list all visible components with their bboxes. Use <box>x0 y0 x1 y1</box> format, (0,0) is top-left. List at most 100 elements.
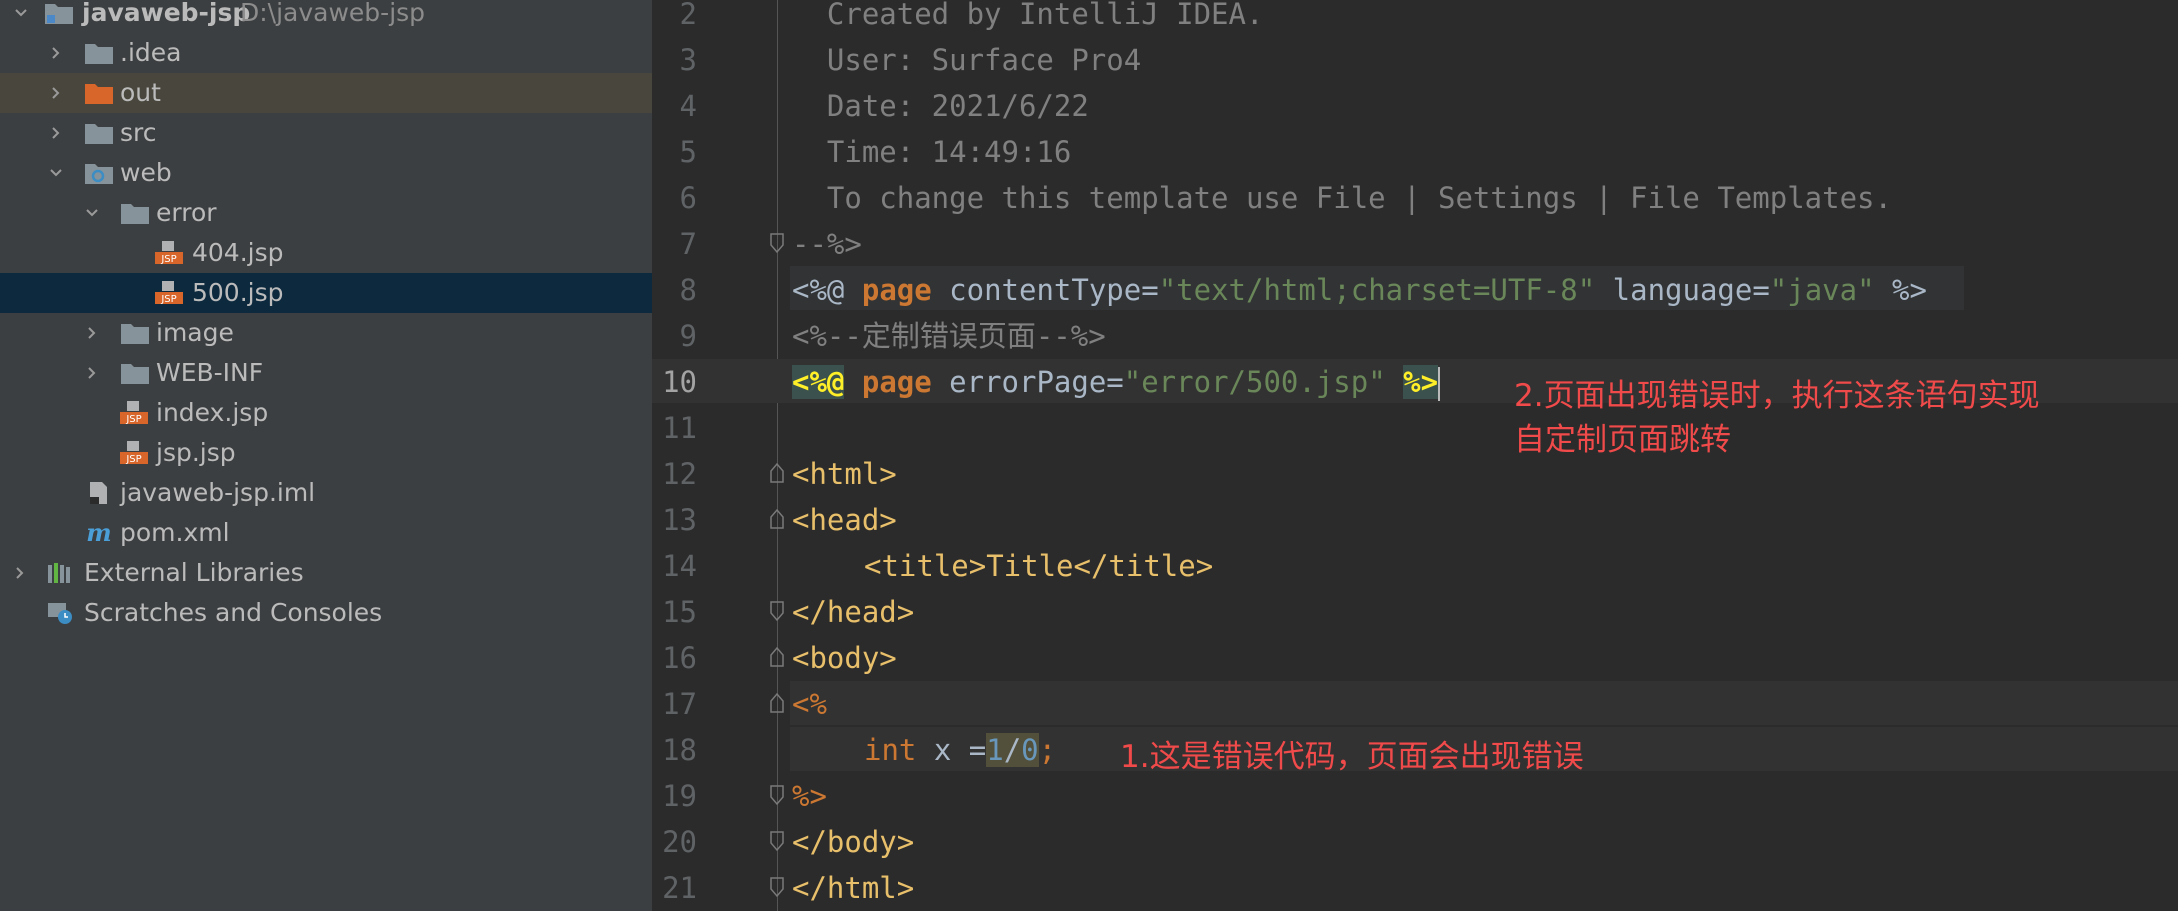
line-number: 15 <box>662 595 697 629</box>
project-tree-panel: javaweb-jsp D:\javaweb-jsp .idea out src… <box>0 0 652 911</box>
string-value: "java" <box>1769 273 1875 307</box>
chevron-down-icon[interactable] <box>13 5 29 21</box>
number-literal: 1 <box>986 733 1004 767</box>
text-caret <box>1438 367 1441 401</box>
module-folder-icon <box>45 4 73 24</box>
code-line-10: <%@ page errorPage="error/500.jsp" %> <box>792 359 1441 405</box>
chevron-right-icon[interactable] <box>84 365 100 381</box>
fold-end-icon[interactable] <box>767 830 787 852</box>
tree-item-web-inf[interactable]: WEB-INF <box>0 353 652 393</box>
keyword: page <box>861 273 932 307</box>
directive-open: <%@ <box>792 273 845 307</box>
attribute: contentType= <box>931 273 1159 307</box>
tree-item-image[interactable]: image <box>0 313 652 353</box>
line-number: 2 <box>679 0 697 31</box>
tree-item-jsp-jsp[interactable]: JSP jsp.jsp <box>0 433 652 473</box>
tree-item-iml[interactable]: javaweb-jsp.iml <box>0 473 652 513</box>
code-line-17: <% <box>792 687 827 721</box>
code-line-4: Date: 2021/6/22 <box>792 89 1089 123</box>
fold-start-icon[interactable] <box>767 462 787 484</box>
code-line-3: User: Surface Pro4 <box>792 43 1142 77</box>
tree-item-label: web <box>120 158 172 187</box>
tree-root-javaweb-jsp[interactable]: javaweb-jsp D:\javaweb-jsp <box>0 0 652 33</box>
code-line-8: <%@ page contentType="text/html;charset=… <box>792 267 1927 313</box>
maven-icon: m <box>86 521 111 545</box>
chevron-right-icon[interactable] <box>48 45 64 61</box>
tree-item-500-jsp[interactable]: JSP 500.jsp <box>0 273 652 313</box>
line-number: 21 <box>662 871 697 905</box>
folder-icon <box>121 364 149 384</box>
web-folder-icon <box>85 164 113 184</box>
directive-open: <%@ <box>792 365 845 399</box>
tree-item-idea[interactable]: .idea <box>0 33 652 73</box>
fold-start-icon[interactable] <box>767 646 787 668</box>
chevron-right-icon[interactable] <box>84 325 100 341</box>
excluded-folder-icon <box>85 84 113 104</box>
code-line-7: --%> <box>792 227 862 261</box>
attribute: errorPage= <box>931 365 1124 399</box>
folder-icon <box>85 44 113 64</box>
semicolon: ; <box>1038 733 1057 767</box>
fold-end-icon[interactable] <box>767 876 787 898</box>
chevron-down-icon[interactable] <box>84 205 100 221</box>
tree-item-label: External Libraries <box>84 558 304 587</box>
code-line-19: %> <box>792 779 827 813</box>
line-number: 16 <box>662 641 697 675</box>
tree-item-404-jsp[interactable]: JSP 404.jsp <box>0 233 652 273</box>
line-number: 13 <box>662 503 697 537</box>
line-number: 3 <box>679 43 697 77</box>
jsp-file-icon: JSP <box>155 281 183 305</box>
tree-item-label: out <box>120 78 161 107</box>
tree-item-error[interactable]: error <box>0 193 652 233</box>
chevron-right-icon[interactable] <box>48 85 64 101</box>
directive-close: %> <box>1874 273 1927 307</box>
module-file-icon <box>90 482 107 504</box>
code-line-15: </head> <box>792 595 915 629</box>
number-literal: 0 <box>1021 733 1039 767</box>
tree-item-scratches[interactable]: Scratches and Consoles <box>0 593 652 633</box>
code-line-12: <html> <box>792 457 897 491</box>
operator: / <box>1003 733 1022 767</box>
tree-item-web[interactable]: web <box>0 153 652 193</box>
fold-end-icon[interactable] <box>767 600 787 622</box>
directive-close: %> <box>1403 365 1439 399</box>
code-line-5: Time: 14:49:16 <box>792 135 1072 169</box>
tree-item-label: image <box>156 318 234 347</box>
keyword: page <box>861 365 932 399</box>
tree-item-label: error <box>156 198 217 227</box>
division-expression: 1/0 <box>986 733 1039 767</box>
code-line-21: </html> <box>792 871 915 905</box>
scratches-icon <box>48 603 72 624</box>
annotation-note-2-line2: 自定制页面跳转 <box>1514 422 1731 458</box>
code-line-13: <head> <box>792 503 897 537</box>
code-line-16: <body> <box>792 641 897 675</box>
line-number: 4 <box>679 89 697 123</box>
code-line-18: int x =1/0; <box>864 727 1056 773</box>
fold-end-icon[interactable] <box>767 784 787 806</box>
folder-icon <box>121 204 149 224</box>
line-number: 6 <box>679 181 697 215</box>
tree-item-index-jsp[interactable]: JSP index.jsp <box>0 393 652 433</box>
tree-item-pom-xml[interactable]: m pom.xml <box>0 513 652 553</box>
code-editor[interactable]: 2 3 4 5 6 7 8 9 10 11 12 13 14 15 16 17 … <box>652 0 2178 911</box>
jsp-file-icon: JSP <box>120 401 148 425</box>
fold-start-icon[interactable] <box>767 692 787 714</box>
string-value: "text/html;charset=UTF-8" <box>1158 273 1596 307</box>
code-line-6: To change this template use File | Setti… <box>792 181 1892 215</box>
chevron-right-icon[interactable] <box>48 125 64 141</box>
line-number: 18 <box>662 733 697 767</box>
line-number: 19 <box>662 779 697 813</box>
chevron-down-icon[interactable] <box>48 165 64 181</box>
tree-item-out[interactable]: out <box>0 73 652 113</box>
fold-start-icon[interactable] <box>767 508 787 530</box>
fold-end-icon[interactable] <box>767 232 787 254</box>
svg-text:JSP: JSP <box>125 414 141 425</box>
line-number: 5 <box>679 135 697 169</box>
chevron-right-icon[interactable] <box>12 565 28 581</box>
tree-item-src[interactable]: src <box>0 113 652 153</box>
folder-icon <box>85 124 113 144</box>
tree-item-external-libraries[interactable]: External Libraries <box>0 553 652 593</box>
code-line-9: <%--定制错误页面--%> <box>792 319 1106 353</box>
code-line-14: <title>Title</title> <box>864 549 1214 583</box>
line-number-current: 10 <box>662 365 697 399</box>
